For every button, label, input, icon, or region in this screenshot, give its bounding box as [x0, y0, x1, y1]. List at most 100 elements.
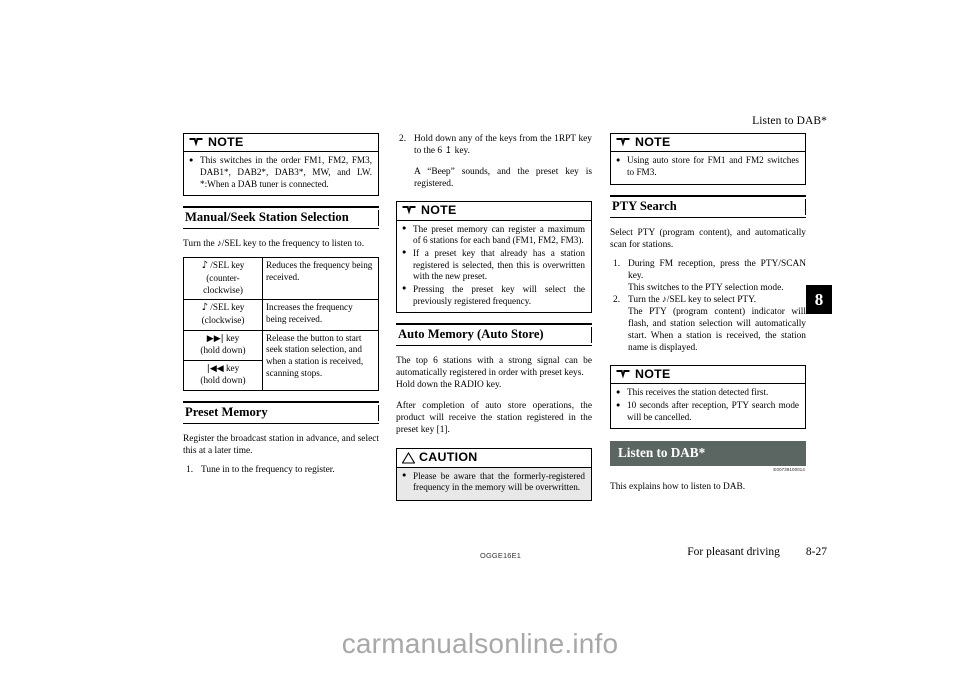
section-heading-pty-search: PTY Search	[610, 194, 806, 218]
step-number: 2.	[613, 294, 621, 305]
step-subtext: The PTY (program content) indicator will…	[628, 306, 806, 353]
note-title: NOTE	[635, 135, 671, 149]
column-middle: 2. Hold down any of the keys from the 1R…	[396, 133, 592, 511]
note-box-body: This switches in the order FM1, FM2, FM3…	[184, 152, 378, 195]
preset-memory-steps: 1. Tune in to the frequency to register.	[183, 464, 379, 476]
caution-box-body: Please be aware that the formerly-regist…	[397, 467, 591, 501]
note-title: NOTE	[208, 135, 244, 149]
step-text: Tune in to the frequency to register.	[201, 464, 335, 475]
table-cell-key: ▶▶| key (hold down)	[183, 329, 263, 361]
step-text: During FM reception, press the PTY/SCAN …	[628, 258, 806, 281]
note-bullet: If a preset key that already has a stati…	[402, 247, 585, 283]
dab-intro-paragraph: This explains how to listen to DAB.	[610, 482, 746, 493]
table-row: ♪ /SEL key (counter- clockwise) Reduces …	[183, 257, 379, 301]
note-bullet-list: This switches in the order FM1, FM2, FM3…	[189, 155, 372, 190]
auto-memory-para-3: After completion of auto store operation…	[396, 401, 592, 436]
note-box-body: Using auto store for FM1 and FM2 switche…	[611, 152, 805, 183]
list-item: 1. During FM reception, press the PTY/SC…	[610, 258, 806, 294]
step-number: 2.	[399, 134, 407, 144]
footer-doc-code: OGGE16E1	[480, 551, 522, 560]
list-item: 2. Turn the ♪/SEL key to select PTY. The…	[610, 294, 806, 354]
key-function-table: ♪ /SEL key (counter- clockwise) Reduces …	[183, 257, 379, 392]
note-title: NOTE	[635, 366, 671, 381]
step-number: 1.	[613, 258, 621, 269]
list-item: 2. Hold down any of the keys from the 1R…	[396, 133, 592, 190]
preset-memory-steps-continued: 2. Hold down any of the keys from the 1R…	[396, 133, 592, 190]
note-bullet: This switches in the order FM1, FM2, FM3…	[189, 155, 372, 190]
note-bullet-list: This receives the station detected first…	[616, 387, 799, 423]
note-bullet: The preset memory can register a maximum…	[402, 223, 585, 247]
pty-intro: Select PTY (program content), and automa…	[610, 227, 806, 250]
table-cell-desc: Reduces the frequency being received.	[262, 257, 379, 301]
table-cell-key: ♪ /SEL key (counter- clockwise)	[183, 257, 263, 301]
note-box-pty-search: NOTE This receives the station detected …	[610, 364, 806, 430]
key-label-line1: key	[225, 332, 240, 343]
key-label-line1: key	[225, 362, 240, 373]
note-box-header: NOTE	[397, 202, 591, 221]
note-bullet: Using auto store for FM1 and FM2 switche…	[616, 155, 799, 178]
table-cell-key: |◀◀ key (hold down)	[183, 359, 263, 392]
step-text: Hold down any of the keys from the 1RPT …	[414, 134, 592, 157]
step-text: Turn the ♪/SEL key to select PTY.	[628, 294, 757, 305]
chapter-tab-marker: 8	[806, 285, 832, 314]
manual-page: Listen to DAB* NOTE This switches in the…	[0, 0, 960, 600]
caution-bullet: Please be aware that the formerly-regist…	[402, 470, 585, 494]
open-book-icon	[189, 137, 203, 148]
note-box-fm-order: NOTE This switches in the order FM1, FM2…	[183, 133, 379, 197]
note-box-body: The preset memory can register a maximum…	[397, 221, 591, 313]
fast-forward-icon: ▶▶|	[206, 333, 224, 344]
music-note-icon: ♪	[201, 302, 208, 314]
key-label-line2: (counter-	[206, 273, 240, 284]
section-heading-manual-seek: Manual/Seek Station Selection	[183, 206, 379, 230]
running-header: Listen to DAB*	[752, 115, 827, 127]
open-book-icon	[616, 137, 630, 148]
preset-memory-intro: Register the broadcast station in advanc…	[183, 433, 379, 456]
key-label-line1: /SEL key	[210, 260, 245, 271]
caution-box-overwrite: CAUTION Please be aware that the formerl…	[396, 448, 592, 502]
auto-memory-para-2: Hold down the RADIO key.	[396, 380, 502, 391]
note-box-header: NOTE	[611, 366, 805, 385]
note-box-header: NOTE	[611, 134, 805, 153]
column-right: NOTE Using auto store for FM1 and FM2 sw…	[610, 133, 806, 493]
note-bullet-list: The preset memory can register a maximum…	[402, 223, 585, 308]
note-bullet: 10 seconds after reception, PTY search m…	[616, 400, 799, 423]
key-label-line1: /SEL key	[210, 302, 245, 313]
note-box-header: NOTE	[184, 134, 378, 153]
footer-section-title: For pleasant driving	[687, 546, 780, 558]
table-cell-desc: Increases the frequency being received.	[262, 299, 379, 331]
section-heading-auto-memory: Auto Memory (Auto Store)	[396, 323, 592, 347]
warning-triangle-icon	[401, 451, 416, 464]
manual-seek-intro: Turn the ♪/SEL key to the frequency to l…	[183, 239, 365, 250]
open-book-icon	[402, 205, 416, 216]
note-bullet: Pressing the preset key will select the …	[402, 283, 585, 307]
step-number: 1.	[186, 464, 194, 475]
note-box-preset-memory: NOTE The preset memory can register a ma…	[396, 201, 592, 314]
list-item: 1. Tune in to the frequency to register.	[183, 464, 379, 476]
table-cell-key: ♪ /SEL key (clockwise)	[183, 299, 263, 331]
key-label-line3: clockwise)	[203, 284, 243, 295]
section-heading-preset-memory: Preset Memory	[183, 401, 379, 424]
note-title: NOTE	[421, 203, 457, 218]
auto-memory-para-1: The top 6 stations with a strong signal …	[396, 356, 592, 379]
table-row: ▶▶| key (hold down) Release the button t…	[183, 329, 379, 392]
band-heading-listen-to-dab: Listen to DAB*	[610, 441, 806, 466]
step-result: A “Beep” sounds, and the preset key is r…	[414, 167, 592, 190]
footer-right: For pleasant driving 8-27	[687, 546, 827, 558]
footer-page-number: 8-27	[805, 546, 827, 558]
note-box-auto-store: NOTE Using auto store for FM1 and FM2 sw…	[610, 133, 806, 185]
note-bullet-list: Using auto store for FM1 and FM2 switche…	[616, 155, 799, 178]
caution-bullet-list: Please be aware that the formerly-regist…	[402, 470, 585, 494]
table-cell-desc: Release the button to start seek station…	[262, 329, 379, 392]
pty-steps: 1. During FM reception, press the PTY/SC…	[610, 258, 806, 354]
step-subtext: This switches to the PTY selection mode.	[628, 282, 784, 293]
open-book-icon	[616, 369, 630, 380]
reference-code: E00739100014	[773, 466, 805, 472]
key-label-line2: (hold down)	[200, 375, 246, 386]
note-bullet: This receives the station detected first…	[616, 387, 799, 399]
key-label-line2: (clockwise)	[201, 315, 245, 326]
table-row: ♪ /SEL key (clockwise) Increases the fre…	[183, 299, 379, 331]
music-note-icon: ♪	[201, 260, 208, 272]
note-box-body: This receives the station detected first…	[611, 384, 805, 428]
caution-box-header: CAUTION	[397, 449, 591, 468]
site-watermark: carmanualsonline.info	[341, 628, 619, 659]
